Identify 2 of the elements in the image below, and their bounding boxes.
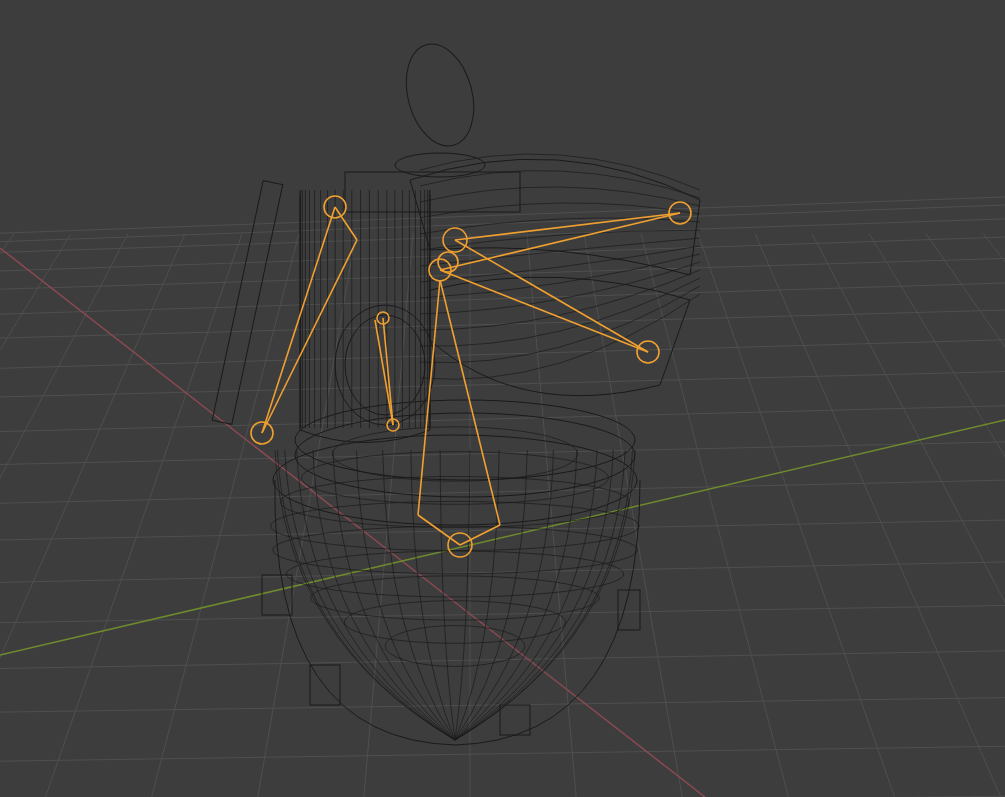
wireframe-model-drawing[interactable] bbox=[211, 43, 701, 746]
armature-bones-drawing[interactable] bbox=[250, 195, 692, 558]
